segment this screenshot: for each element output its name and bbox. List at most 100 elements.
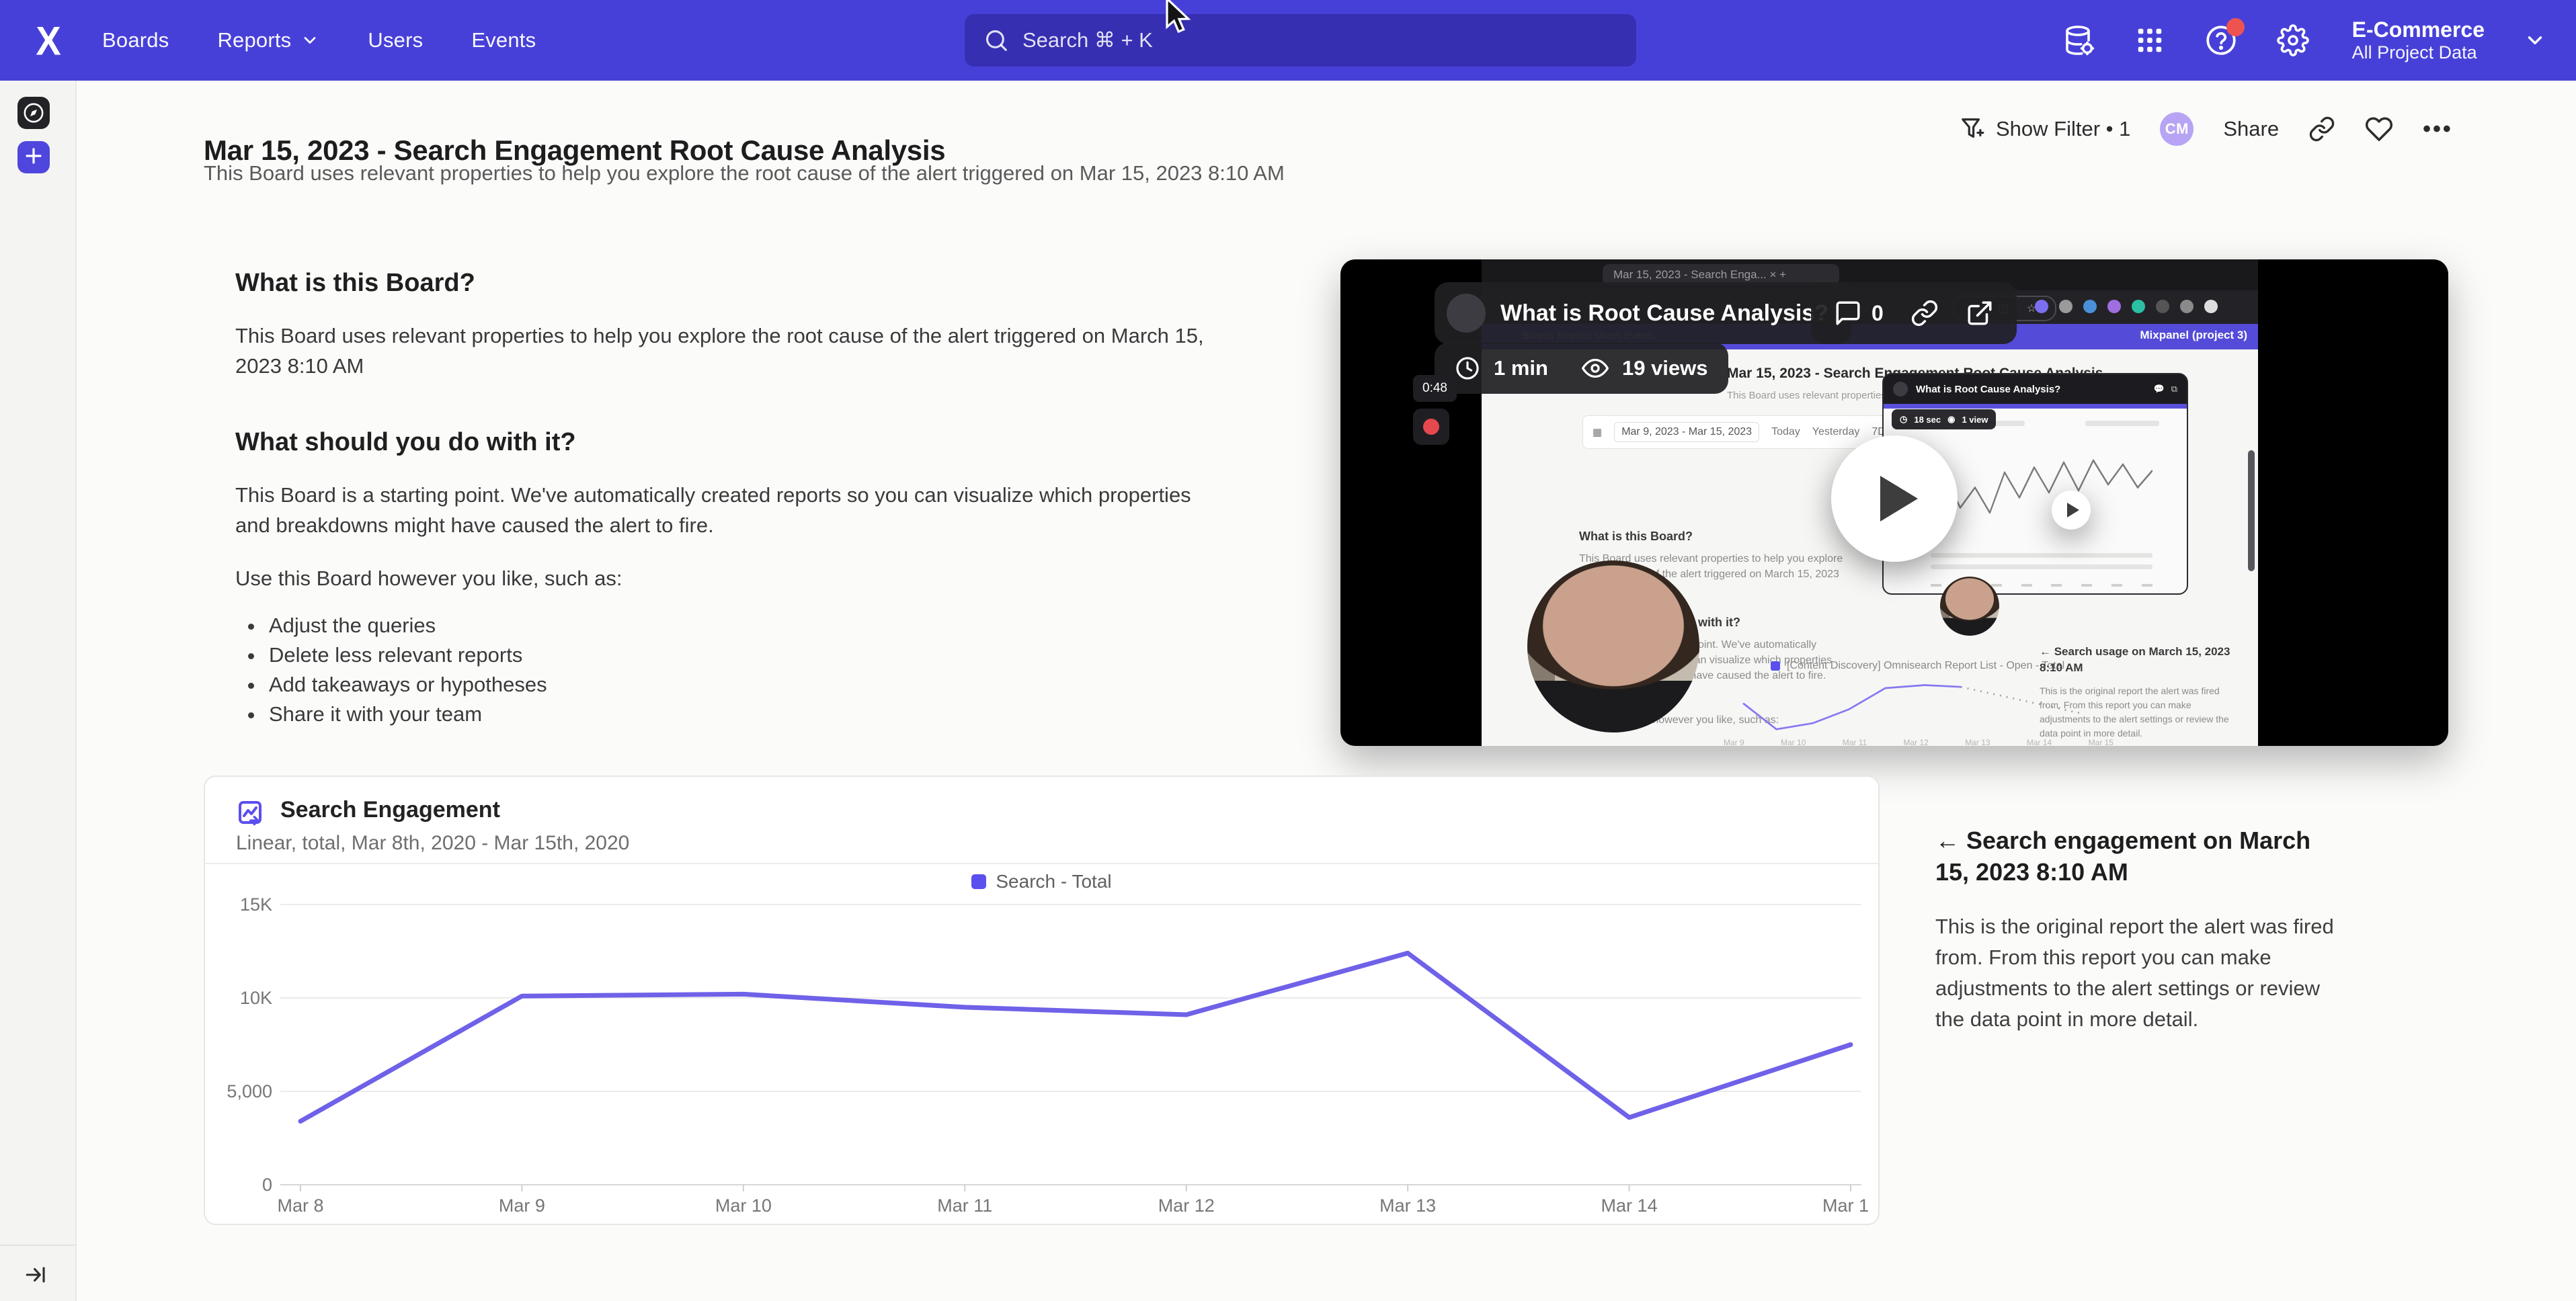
report-subtitle: Linear, total, Mar 8th, 2020 - Mar 15th,… xyxy=(236,832,629,855)
project-name: E-Commerce xyxy=(2352,17,2485,42)
more-options-button[interactable]: ••• xyxy=(2423,116,2453,142)
project-chevron-down-icon[interactable] xyxy=(2524,29,2546,52)
annotation-heading: ← Search engagement on March 15, 2023 8:… xyxy=(1935,825,2345,888)
video-mini-legend: [Content Discovery] Omnisearch Report Li… xyxy=(1771,660,2064,672)
intro-heading-2: What should you do with it? xyxy=(235,428,1257,457)
board-toolbar: Show Filter • 1 CM Share ••• xyxy=(1960,108,2453,151)
primary-nav: Boards Reports Users Events xyxy=(102,0,536,81)
recording-time: 0:48 xyxy=(1413,375,1457,402)
search-input[interactable]: Search ⌘ + K xyxy=(965,14,1636,67)
left-rail xyxy=(0,81,77,1301)
copy-link-icon[interactable] xyxy=(2308,116,2335,142)
svg-text:10K: 10K xyxy=(240,988,272,1008)
video-mini-scrollbar xyxy=(2248,450,2255,571)
compass-icon xyxy=(22,101,45,124)
open-external-icon[interactable] xyxy=(1966,299,1994,327)
rail-divider xyxy=(0,1245,75,1246)
filter-icon xyxy=(1960,116,1985,142)
plus-icon xyxy=(24,146,44,166)
video-title-bar: What is Root Cause Analysis? xyxy=(1435,282,1851,344)
mouse-cursor xyxy=(1164,0,1195,35)
legend-swatch xyxy=(971,874,986,889)
report-annotation: ← Search engagement on March 15, 2023 8:… xyxy=(1935,825,2345,1035)
svg-text:Mar 8: Mar 8 xyxy=(277,1195,323,1216)
svg-text:Mar 9: Mar 9 xyxy=(499,1195,545,1216)
mini-play-button xyxy=(2052,491,2091,530)
create-board-button[interactable] xyxy=(17,141,50,173)
show-filter-button[interactable]: Show Filter • 1 xyxy=(1960,116,2130,142)
svg-text:0: 0 xyxy=(262,1175,272,1195)
show-filter-label: Show Filter • 1 xyxy=(1996,117,2130,141)
svg-text:Mar 12: Mar 12 xyxy=(1158,1195,1215,1216)
annotation-body: This is the original report the alert wa… xyxy=(1935,911,2345,1035)
project-scope: All Project Data xyxy=(2352,42,2485,63)
page-subtitle: This Board uses relevant properties to h… xyxy=(204,161,1285,185)
line-chart-icon xyxy=(236,798,268,831)
video-player[interactable]: Mar 15, 2023 - Search Enga... × + ◔◫☆ Bo… xyxy=(1340,259,2448,746)
svg-text:Mar 10: Mar 10 xyxy=(715,1195,772,1216)
share-button[interactable]: Share xyxy=(2223,117,2279,141)
laptop-chart xyxy=(1931,442,2152,543)
svg-text:Mar 14: Mar 14 xyxy=(1601,1195,1658,1216)
mixpanel-logo-icon[interactable]: X xyxy=(27,15,70,65)
report-title: Search Engagement xyxy=(280,797,500,823)
svg-text:Mar 11: Mar 11 xyxy=(937,1195,992,1216)
engagement-chart: 15K 10K 5,000 0Mar 8 Mar 9 Mar 10 Mar 11 Mar 12… xyxy=(216,890,1869,1226)
chevron-down-icon xyxy=(300,31,319,50)
laptop-webcam xyxy=(1940,577,1999,636)
nav-right-cluster: E-Commerce All Project Data xyxy=(2063,0,2546,81)
video-meta-bar: 1 min 19 views xyxy=(1435,343,1728,394)
intro-section: What is this Board? This Board uses rele… xyxy=(235,269,1257,729)
svg-text:Mar 13: Mar 13 xyxy=(1379,1195,1436,1216)
top-nav: X Boards Reports Users Events Search ⌘ +… xyxy=(0,0,2576,81)
video-project-label: Mixpanel (project 3) xyxy=(2140,329,2247,342)
list-item: Delete less relevant reports xyxy=(265,640,1257,670)
svg-text:5,000: 5,000 xyxy=(227,1081,272,1101)
nav-item-events[interactable]: Events xyxy=(471,28,536,52)
apps-grid-icon[interactable] xyxy=(2134,25,2165,56)
browser-extensions xyxy=(2035,300,2218,313)
list-item: Share it with your team xyxy=(265,700,1257,729)
video-actions: 0 xyxy=(1811,282,2017,344)
eye-icon xyxy=(1582,355,1609,382)
record-button xyxy=(1413,409,1449,445)
nav-item-boards[interactable]: Boards xyxy=(102,28,169,52)
laptop-meta-pill: ◷18 sec◉1 view xyxy=(1892,409,1996,429)
intro-heading-1: What is this Board? xyxy=(235,269,1257,298)
play-button[interactable] xyxy=(1831,435,1958,562)
video-author-avatar xyxy=(1447,294,1486,333)
list-item: Adjust the queries xyxy=(265,611,1257,640)
expand-sidebar-icon xyxy=(24,1263,47,1286)
clock-icon xyxy=(1455,355,1480,381)
intro-bullet-list: Adjust the queries Delete less relevant … xyxy=(235,611,1257,729)
svg-text:Mar 15: Mar 15 xyxy=(1822,1195,1869,1216)
search-placeholder: Search ⌘ + K xyxy=(1022,28,1153,52)
data-management-icon[interactable] xyxy=(2063,24,2095,56)
laptop-avatar xyxy=(1893,382,1908,396)
video-duration: 1 min xyxy=(1494,356,1548,380)
report-card-header: Search Engagement Linear, total, Mar 8th… xyxy=(205,777,1878,864)
list-item: Add takeaways or hypotheses xyxy=(265,670,1257,700)
expand-sidebar-button[interactable] xyxy=(24,1263,47,1286)
search-icon xyxy=(983,28,1009,53)
intro-paragraph-3: Use this Board however you like, such as… xyxy=(235,563,1230,593)
video-title: What is Root Cause Analysis? xyxy=(1500,300,1828,327)
intro-paragraph-2: This Board is a starting point. We've au… xyxy=(235,480,1230,540)
settings-gear-icon[interactable] xyxy=(2277,24,2309,56)
video-link-icon[interactable] xyxy=(1910,299,1939,327)
comment-icon xyxy=(1834,299,1862,327)
project-switcher[interactable]: E-Commerce All Project Data xyxy=(2352,17,2485,63)
video-comments-button[interactable]: 0 xyxy=(1834,299,1884,327)
help-button[interactable] xyxy=(2204,24,2238,57)
discover-button[interactable] xyxy=(17,97,50,129)
svg-text:15K: 15K xyxy=(240,894,272,915)
avatar[interactable]: CM xyxy=(2160,112,2193,146)
nav-item-reports[interactable]: Reports xyxy=(217,28,319,52)
presenter-webcam xyxy=(1527,560,1699,732)
nav-item-users[interactable]: Users xyxy=(368,28,423,52)
intro-paragraph-1: This Board uses relevant properties to h… xyxy=(235,321,1230,381)
video-views: 19 views xyxy=(1622,356,1708,380)
favorite-heart-icon[interactable] xyxy=(2365,115,2393,143)
report-card-search-engagement[interactable]: Search Engagement Linear, total, Mar 8th… xyxy=(204,775,1880,1225)
notification-badge xyxy=(2226,18,2245,36)
